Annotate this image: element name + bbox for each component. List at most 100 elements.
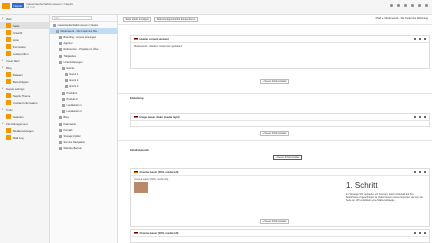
content-element-header[interactable]: Header content element Modenweck - Marke… [130,35,430,69]
page-icon [59,48,62,52]
module-group[interactable]: ▾ Tools [0,106,49,113]
module-item[interactable]: Formulare [0,43,49,50]
page-path: Pfad: ▸ Modenweck - Die Futterrine Ratio… [375,17,428,20]
module-icon [6,37,11,42]
edit-icon[interactable] [413,116,417,119]
edit-icon[interactable] [413,232,417,235]
tree-filter-input[interactable]: Filter... [52,16,92,20]
module-item[interactable]: Galerien [0,113,49,120]
module-group[interactable]: ▾ Neptis settings [0,85,49,92]
hide-icon[interactable] [418,38,422,41]
tree-item-label: Landkarten 2 [66,110,82,114]
module-label: Mail Log [13,135,24,140]
add-content-button[interactable]: + Neuen Inhalt erstellen [260,131,290,136]
element-title: Header content element [139,37,169,41]
clock-icon[interactable] [397,4,400,7]
content-element-slider[interactable]: Image teaser slider (media right) [130,113,430,127]
hide-icon[interactable] [418,171,422,174]
module-group[interactable]: ▾ File Management [0,120,49,127]
page-icon [59,54,62,58]
content-element-cinema-teaser-2[interactable]: Cinema teaser (30%, media left) [130,229,430,243]
tree-item-label: Kontakt [63,128,73,132]
tree-item-label: Unterstützungen [63,60,83,64]
page-icon [59,122,62,126]
page-icon [59,116,62,120]
site-version: CE 5.1b [26,6,36,9]
hide-icon[interactable] [418,116,422,119]
more-icon[interactable] [423,171,426,174]
module-item[interactable]: Ansicht [0,29,49,36]
module-item[interactable]: Contact Information [0,99,49,106]
tree-rows: masterlandschaftsmuseum / Neptis Modenwec… [50,22,117,152]
module-item[interactable]: Berechtigten [0,78,49,85]
panel-header: Cinema teaser (30%, media left) [131,169,429,176]
tree-item-label: Event 2 [69,79,79,83]
tree-item-label: Landkarten 1 [66,104,82,108]
add-content-button[interactable]: + Neuen Inhalt erstellen [260,79,290,84]
edit-icon[interactable] [413,38,417,41]
help-icon[interactable] [411,4,414,7]
module-icon [6,23,11,28]
add-content-button[interactable]: + Neuen Inhalt erstellen [260,219,290,224]
view-page-button[interactable]: Seite direkt anzeigen [123,17,152,22]
module-label: Neptis settings [6,86,25,91]
tree-item-label: Storage Folder [63,134,81,138]
hide-icon[interactable] [418,232,422,235]
module-icon [6,128,11,133]
tree-item[interactable]: Website-Banner [50,146,117,152]
user-avatar-icon[interactable] [418,4,421,7]
module-item[interactable]: Lokal prüfen [0,50,49,57]
module-label: Neptis Theme [13,93,31,98]
element-subtitle: Cinema teaser (30%, media left) [134,178,169,181]
page-icon [62,91,65,95]
edit-icon[interactable] [413,171,417,174]
module-label: Seite [13,23,20,28]
page-icon [65,85,68,89]
tree-item-label: Events [66,66,75,70]
page-icon [59,141,62,145]
module-item[interactable]: Liste [0,36,49,43]
page-icon [62,97,65,101]
teaser-image [134,182,148,193]
add-content-button-highlighted[interactable]: + Neuen Inhalt erstellen [273,155,303,160]
module-icon [6,44,11,49]
module-icon [6,51,11,56]
module-item[interactable]: Medienanzeigen [0,127,49,134]
module-item[interactable]: Seite [0,22,49,29]
module-label: Tools [6,107,13,112]
more-icon[interactable] [423,232,426,235]
more-icon[interactable] [423,38,426,41]
module-group[interactable]: ▾ Blog [0,64,49,71]
module-label: Medienanzeigen [13,128,34,133]
module-label: Yoast SEO [6,58,20,63]
module-label: Ansicht [13,30,23,35]
bookmark-icon[interactable] [390,4,393,7]
flag-de-icon [134,115,138,119]
page-icon [59,60,62,64]
module-item[interactable]: Neptis Theme [0,92,49,99]
module-label: Web [6,16,12,21]
element-title: Cinema teaser (30%, media left) [139,170,179,174]
search-icon[interactable] [425,4,428,7]
page-icon [59,147,62,151]
tree-item-label: Event 1 [69,73,79,77]
module-group[interactable]: ▾ Yoast SEO [0,57,49,64]
site-badge[interactable]: Neptis [12,3,24,8]
page-icon [62,66,65,70]
module-icon [6,135,11,140]
panel-actions [413,116,426,119]
tree-item-label: Branding - unsere Lösungen [63,35,97,39]
module-icon [6,79,11,84]
typo3-logo-icon[interactable] [2,3,10,9]
module-label: Blog [6,65,12,70]
module-item[interactable]: Mail Log [0,134,49,141]
page-icon [59,42,62,46]
page-icon [53,23,56,27]
flag-de-icon [134,231,138,235]
flash-icon[interactable] [404,4,407,7]
module-item[interactable]: Dateien [0,71,49,78]
more-icon[interactable] [423,116,426,119]
section-label-intro: Einleitung [130,96,144,100]
history-button[interactable]: Dokumentgeschichte konsentieren [154,17,198,22]
module-group[interactable]: ▾ Web [0,15,49,22]
